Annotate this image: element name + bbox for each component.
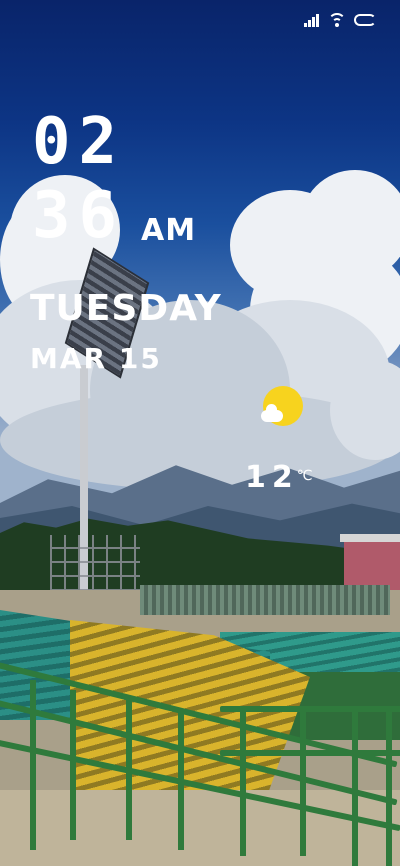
date-label: MAR 15 — [30, 342, 162, 375]
stand-back — [140, 585, 390, 615]
battery-icon — [354, 14, 376, 26]
temperature-value: 12 — [245, 460, 299, 495]
status-bar — [0, 0, 400, 44]
signal-icon — [304, 13, 320, 27]
wifi-icon — [328, 13, 346, 27]
clock-minute: 36 — [32, 179, 126, 253]
clock-ampm: AM — [141, 213, 197, 248]
day-label: TUESDAY — [30, 288, 222, 329]
railing — [0, 660, 400, 866]
temperature-unit: ℃ — [296, 468, 313, 484]
partly-sunny-icon — [261, 386, 303, 428]
temperature: 12 ℃ — [245, 460, 312, 495]
status-icons — [304, 13, 376, 27]
clock-hour: 02 — [32, 105, 126, 179]
clock: 02 36 — [32, 110, 125, 248]
